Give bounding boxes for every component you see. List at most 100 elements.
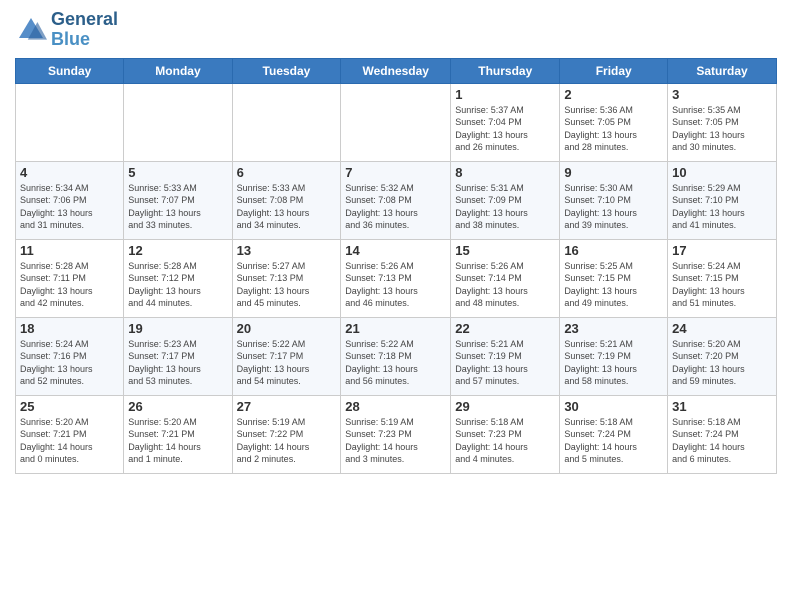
- day-info: Sunrise: 5:18 AM Sunset: 7:24 PM Dayligh…: [672, 416, 772, 466]
- calendar-cell: 3 Sunrise: 5:35 AM Sunset: 7:05 PM Daylig…: [668, 83, 777, 161]
- day-number: 26: [128, 399, 227, 414]
- day-info: Sunrise: 5:35 AM Sunset: 7:05 PM Dayligh…: [672, 104, 772, 154]
- day-number: 31: [672, 399, 772, 414]
- day-number: 17: [672, 243, 772, 258]
- day-info: Sunrise: 5:21 AM Sunset: 7:19 PM Dayligh…: [564, 338, 663, 388]
- day-number: 20: [237, 321, 337, 336]
- calendar-cell: 1 Sunrise: 5:37 AM Sunset: 7:04 PM Daylig…: [451, 83, 560, 161]
- day-info: Sunrise: 5:37 AM Sunset: 7:04 PM Dayligh…: [455, 104, 555, 154]
- calendar-cell: 2 Sunrise: 5:36 AM Sunset: 7:05 PM Daylig…: [560, 83, 668, 161]
- day-info: Sunrise: 5:28 AM Sunset: 7:12 PM Dayligh…: [128, 260, 227, 310]
- calendar-cell: 19Sunrise: 5:23 AM Sunset: 7:17 PM Dayli…: [124, 317, 232, 395]
- day-number: 4: [20, 165, 119, 180]
- day-number: 23: [564, 321, 663, 336]
- calendar-cell: 11Sunrise: 5:28 AM Sunset: 7:11 PM Dayli…: [16, 239, 124, 317]
- calendar-cell: 14 Sunrise: 5:26 AM Sunset: 7:13 PM Dayli…: [341, 239, 451, 317]
- day-number: 22: [455, 321, 555, 336]
- calendar-cell: 17 Sunrise: 5:24 AM Sunset: 7:15 PM Dayli…: [668, 239, 777, 317]
- weekday-header-thursday: Thursday: [451, 58, 560, 83]
- day-info: Sunrise: 5:19 AM Sunset: 7:23 PM Dayligh…: [345, 416, 446, 466]
- calendar-cell: 24 Sunrise: 5:20 AM Sunset: 7:20 PM Dayli…: [668, 317, 777, 395]
- calendar-cell: 23 Sunrise: 5:21 AM Sunset: 7:19 PM Dayli…: [560, 317, 668, 395]
- calendar-cell: 18 Sunrise: 5:24 AM Sunset: 7:16 PM Dayli…: [16, 317, 124, 395]
- day-number: 8: [455, 165, 555, 180]
- calendar-cell: 10Sunrise: 5:29 AM Sunset: 7:10 PM Dayli…: [668, 161, 777, 239]
- day-number: 18: [20, 321, 119, 336]
- day-number: 14: [345, 243, 446, 258]
- day-info: Sunrise: 5:18 AM Sunset: 7:23 PM Dayligh…: [455, 416, 555, 466]
- calendar-week-1: 1 Sunrise: 5:37 AM Sunset: 7:04 PM Daylig…: [16, 83, 777, 161]
- calendar-table: SundayMondayTuesdayWednesdayThursdayFrid…: [15, 58, 777, 474]
- calendar-cell: [341, 83, 451, 161]
- header: General Blue: [15, 10, 777, 50]
- day-info: Sunrise: 5:21 AM Sunset: 7:19 PM Dayligh…: [455, 338, 555, 388]
- day-info: Sunrise: 5:19 AM Sunset: 7:22 PM Dayligh…: [237, 416, 337, 466]
- calendar-cell: 29 Sunrise: 5:18 AM Sunset: 7:23 PM Dayli…: [451, 395, 560, 473]
- day-info: Sunrise: 5:25 AM Sunset: 7:15 PM Dayligh…: [564, 260, 663, 310]
- weekday-header-sunday: Sunday: [16, 58, 124, 83]
- day-number: 10: [672, 165, 772, 180]
- day-info: Sunrise: 5:20 AM Sunset: 7:21 PM Dayligh…: [128, 416, 227, 466]
- page: General Blue SundayMondayTuesdayWednesda…: [0, 0, 792, 612]
- calendar-week-5: 25 Sunrise: 5:20 AM Sunset: 7:21 PM Dayli…: [16, 395, 777, 473]
- day-info: Sunrise: 5:30 AM Sunset: 7:10 PM Dayligh…: [564, 182, 663, 232]
- calendar-cell: 20 Sunrise: 5:22 AM Sunset: 7:17 PM Dayli…: [232, 317, 341, 395]
- day-number: 15: [455, 243, 555, 258]
- calendar-cell: 5Sunrise: 5:33 AM Sunset: 7:07 PM Daylig…: [124, 161, 232, 239]
- calendar-cell: 12Sunrise: 5:28 AM Sunset: 7:12 PM Dayli…: [124, 239, 232, 317]
- day-number: 13: [237, 243, 337, 258]
- calendar-week-3: 11Sunrise: 5:28 AM Sunset: 7:11 PM Dayli…: [16, 239, 777, 317]
- day-number: 16: [564, 243, 663, 258]
- day-info: Sunrise: 5:22 AM Sunset: 7:17 PM Dayligh…: [237, 338, 337, 388]
- day-info: Sunrise: 5:18 AM Sunset: 7:24 PM Dayligh…: [564, 416, 663, 466]
- weekday-header-tuesday: Tuesday: [232, 58, 341, 83]
- day-number: 29: [455, 399, 555, 414]
- calendar-cell: 21 Sunrise: 5:22 AM Sunset: 7:18 PM Dayli…: [341, 317, 451, 395]
- logo-text: General Blue: [51, 10, 118, 50]
- day-info: Sunrise: 5:33 AM Sunset: 7:07 PM Dayligh…: [128, 182, 227, 232]
- day-number: 9: [564, 165, 663, 180]
- calendar-cell: 7Sunrise: 5:32 AM Sunset: 7:08 PM Daylig…: [341, 161, 451, 239]
- day-number: 25: [20, 399, 119, 414]
- weekday-header-monday: Monday: [124, 58, 232, 83]
- weekday-header-wednesday: Wednesday: [341, 58, 451, 83]
- day-info: Sunrise: 5:33 AM Sunset: 7:08 PM Dayligh…: [237, 182, 337, 232]
- day-info: Sunrise: 5:20 AM Sunset: 7:21 PM Dayligh…: [20, 416, 119, 466]
- day-info: Sunrise: 5:28 AM Sunset: 7:11 PM Dayligh…: [20, 260, 119, 310]
- day-info: Sunrise: 5:22 AM Sunset: 7:18 PM Dayligh…: [345, 338, 446, 388]
- calendar-cell: 25 Sunrise: 5:20 AM Sunset: 7:21 PM Dayli…: [16, 395, 124, 473]
- day-info: Sunrise: 5:36 AM Sunset: 7:05 PM Dayligh…: [564, 104, 663, 154]
- day-info: Sunrise: 5:32 AM Sunset: 7:08 PM Dayligh…: [345, 182, 446, 232]
- calendar-cell: 4Sunrise: 5:34 AM Sunset: 7:06 PM Daylig…: [16, 161, 124, 239]
- calendar-cell: 13Sunrise: 5:27 AM Sunset: 7:13 PM Dayli…: [232, 239, 341, 317]
- calendar-cell: 16 Sunrise: 5:25 AM Sunset: 7:15 PM Dayli…: [560, 239, 668, 317]
- calendar-cell: [232, 83, 341, 161]
- day-number: 27: [237, 399, 337, 414]
- day-info: Sunrise: 5:26 AM Sunset: 7:13 PM Dayligh…: [345, 260, 446, 310]
- day-info: Sunrise: 5:20 AM Sunset: 7:20 PM Dayligh…: [672, 338, 772, 388]
- calendar-cell: 30 Sunrise: 5:18 AM Sunset: 7:24 PM Dayli…: [560, 395, 668, 473]
- calendar-cell: 27 Sunrise: 5:19 AM Sunset: 7:22 PM Dayli…: [232, 395, 341, 473]
- calendar-cell: [16, 83, 124, 161]
- calendar-cell: 28 Sunrise: 5:19 AM Sunset: 7:23 PM Dayli…: [341, 395, 451, 473]
- day-info: Sunrise: 5:24 AM Sunset: 7:16 PM Dayligh…: [20, 338, 119, 388]
- day-number: 6: [237, 165, 337, 180]
- calendar-cell: 6 Sunrise: 5:33 AM Sunset: 7:08 PM Daylig…: [232, 161, 341, 239]
- logo-icon: [15, 14, 47, 46]
- day-number: 21: [345, 321, 446, 336]
- day-number: 19: [128, 321, 227, 336]
- day-number: 2: [564, 87, 663, 102]
- calendar-cell: [124, 83, 232, 161]
- day-info: Sunrise: 5:31 AM Sunset: 7:09 PM Dayligh…: [455, 182, 555, 232]
- calendar-week-2: 4Sunrise: 5:34 AM Sunset: 7:06 PM Daylig…: [16, 161, 777, 239]
- day-number: 3: [672, 87, 772, 102]
- day-number: 28: [345, 399, 446, 414]
- day-number: 1: [455, 87, 555, 102]
- day-number: 30: [564, 399, 663, 414]
- calendar-cell: 15Sunrise: 5:26 AM Sunset: 7:14 PM Dayli…: [451, 239, 560, 317]
- day-info: Sunrise: 5:24 AM Sunset: 7:15 PM Dayligh…: [672, 260, 772, 310]
- weekday-header-row: SundayMondayTuesdayWednesdayThursdayFrid…: [16, 58, 777, 83]
- calendar-cell: 8 Sunrise: 5:31 AM Sunset: 7:09 PM Daylig…: [451, 161, 560, 239]
- day-number: 24: [672, 321, 772, 336]
- calendar-week-4: 18 Sunrise: 5:24 AM Sunset: 7:16 PM Dayli…: [16, 317, 777, 395]
